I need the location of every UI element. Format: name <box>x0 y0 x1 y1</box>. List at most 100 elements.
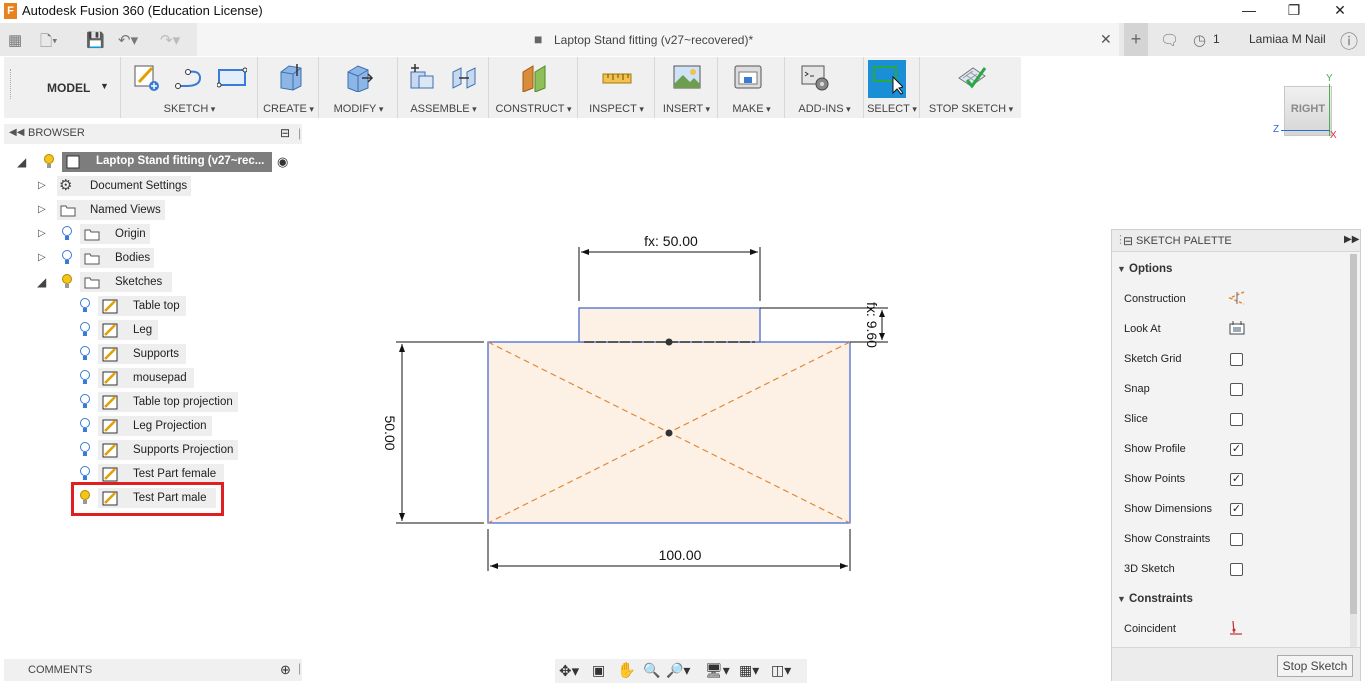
tab-rectangle[interactable] <box>578 307 761 343</box>
visibility-bulb-icon[interactable] <box>79 322 91 337</box>
visibility-bulb-icon[interactable] <box>79 394 91 409</box>
palette-header[interactable]: ⋮ ⊟ SKETCH PALETTE ▶▶ <box>1112 230 1360 252</box>
dimension-tab-height[interactable]: fx: 9.60 <box>864 302 880 348</box>
sketch-group[interactable]: SKETCH <box>122 57 258 118</box>
select-menu-label[interactable]: SELECT <box>865 103 919 115</box>
expand-named-views-icon[interactable]: ▷ <box>38 204 46 215</box>
rectangle-tool-icon[interactable] <box>217 62 247 92</box>
pan-hand-icon[interactable]: ✋ <box>617 661 636 679</box>
browser-item-bodies[interactable]: Bodies <box>80 248 154 268</box>
stop-sketch-menu-label[interactable]: STOP SKETCH <box>921 103 1021 115</box>
notifications-chat-icon[interactable]: 🗨 <box>1160 31 1179 49</box>
measure-icon[interactable] <box>602 62 632 92</box>
construct-group[interactable]: CONSTRUCT <box>490 57 578 118</box>
viewcube[interactable]: RIGHT Y Z X <box>1272 73 1362 146</box>
insert-group[interactable]: INSERT <box>656 57 718 118</box>
assemble-menu-label[interactable]: ASSEMBLE <box>399 103 488 115</box>
dimension-width[interactable]: 100.00 <box>659 547 702 563</box>
make-group[interactable]: MAKE <box>719 57 785 118</box>
sketch-item[interactable]: mousepad <box>98 368 194 388</box>
sketch-canvas[interactable]: fx: 50.00 fx: 9.60 50.00 100.00 <box>370 225 910 585</box>
palette-expand-icon[interactable]: ▶▶ <box>1344 234 1359 245</box>
addins-group[interactable]: ADD-INS <box>786 57 864 118</box>
stop-sketch-icon[interactable] <box>957 62 987 92</box>
joint-icon[interactable] <box>449 62 479 92</box>
job-status-clock-icon[interactable]: ◷ <box>1193 31 1206 49</box>
new-component-icon[interactable] <box>407 62 437 92</box>
workspace-switcher[interactable]: MODEL ▼ <box>14 57 121 118</box>
line-tool-icon[interactable] <box>174 62 204 92</box>
3d-sketch-checkbox[interactable] <box>1230 563 1243 576</box>
user-name[interactable]: Lamiaa M Nail <box>1249 32 1326 46</box>
fit-window-icon[interactable]: 🔎▾ <box>666 662 690 679</box>
browser-root[interactable]: Laptop Stand fitting (v27~rec... <box>62 152 272 172</box>
expand-bodies-icon[interactable]: ▷ <box>38 252 46 263</box>
display-settings-icon[interactable]: 🖥▾ <box>705 662 730 679</box>
visibility-bulb-icon[interactable] <box>79 490 91 505</box>
show-constraints-checkbox[interactable] <box>1230 533 1243 546</box>
viewports-icon[interactable]: ◫▾ <box>771 662 791 679</box>
addins-menu-label[interactable]: ADD-INS <box>786 103 863 115</box>
inspect-menu-label[interactable]: INSPECT <box>579 103 654 115</box>
save-icon[interactable]: 💾 <box>86 31 105 49</box>
select-active-bg[interactable] <box>868 60 906 98</box>
collapse-sketches-icon[interactable]: ◢ <box>37 275 46 289</box>
expand-document-settings-icon[interactable]: ▷ <box>38 180 46 191</box>
slice-checkbox[interactable] <box>1230 413 1243 426</box>
expand-root-icon[interactable]: ◢ <box>17 155 26 169</box>
visibility-bulb-icon[interactable] <box>61 250 73 265</box>
browser-item-origin[interactable]: Origin <box>80 224 150 244</box>
show-dimensions-checkbox[interactable]: ✓ <box>1230 503 1243 516</box>
inspect-group[interactable]: INSPECT <box>579 57 655 118</box>
visibility-bulb-icon[interactable] <box>79 418 91 433</box>
extrude-icon[interactable] <box>275 62 305 92</box>
look-at-icon[interactable] <box>1228 320 1246 336</box>
press-pull-icon[interactable] <box>344 62 374 92</box>
options-expand-icon[interactable]: ▼ <box>1117 264 1126 274</box>
orbit-icon[interactable]: ✥▾ <box>559 662 579 680</box>
sketch-item[interactable]: Supports Projection <box>98 440 238 460</box>
visibility-bulb-icon[interactable] <box>43 154 55 169</box>
document-tab[interactable]: ■ Laptop Stand fitting (v27~recovered)* … <box>197 23 1119 56</box>
sketch-grid-checkbox[interactable] <box>1230 353 1243 366</box>
sketch-item[interactable]: Table top <box>98 296 186 316</box>
offset-plane-icon[interactable] <box>519 62 549 92</box>
visibility-bulb-icon[interactable] <box>79 370 91 385</box>
create-menu-label[interactable]: CREATE <box>259 103 318 115</box>
active-radio-icon[interactable]: ◉ <box>277 154 288 170</box>
select-tool-icon[interactable] <box>871 63 903 95</box>
constraints-expand-icon[interactable]: ▼ <box>1117 594 1126 604</box>
viewcube-face[interactable]: RIGHT <box>1284 86 1332 136</box>
browser-item-document-settings[interactable]: ⚙ Document Settings <box>57 176 191 196</box>
data-panel-grid-icon[interactable]: ▦ <box>8 31 22 49</box>
make-menu-label[interactable]: MAKE <box>719 103 784 115</box>
close-tab-icon[interactable]: ✕ <box>1100 31 1112 48</box>
center-point[interactable] <box>665 429 673 437</box>
visibility-bulb-icon[interactable] <box>79 346 91 361</box>
look-at-nav-icon[interactable]: ▣ <box>592 662 605 679</box>
browser-item-named-views[interactable]: Named Views <box>57 200 165 220</box>
sketch-item-active[interactable]: Test Part male <box>98 488 216 508</box>
visibility-bulb-icon[interactable] <box>79 466 91 481</box>
sketch-item[interactable]: Table top projection <box>98 392 238 412</box>
3d-print-icon[interactable] <box>733 62 763 92</box>
restore-button[interactable]: ❐ <box>1271 0 1317 22</box>
select-group[interactable]: SELECT <box>865 57 920 118</box>
constraints-header[interactable]: Constraints <box>1129 593 1193 605</box>
minimize-button[interactable]: — <box>1226 0 1272 22</box>
insert-menu-label[interactable]: INSERT <box>656 103 717 115</box>
grid-settings-icon[interactable]: ▦▾ <box>739 662 759 679</box>
collapse-browser-icon[interactable]: ◀◀ <box>9 127 24 138</box>
zoom-icon[interactable]: 🔍 <box>643 662 660 679</box>
sketch-item[interactable]: Supports <box>98 344 186 364</box>
create-group[interactable]: CREATE <box>259 57 319 118</box>
palette-scroll-thumb[interactable] <box>1350 254 1357 614</box>
options-header[interactable]: Options <box>1129 263 1172 275</box>
close-window-button[interactable]: ✕ <box>1317 0 1363 22</box>
show-points-checkbox[interactable]: ✓ <box>1230 473 1243 486</box>
assemble-group[interactable]: ASSEMBLE <box>399 57 489 118</box>
scripts-addins-icon[interactable] <box>800 62 830 92</box>
visibility-bulb-icon[interactable] <box>79 298 91 313</box>
comments-pin-icon[interactable]: | <box>298 661 301 675</box>
construct-menu-label[interactable]: CONSTRUCT <box>490 103 577 115</box>
